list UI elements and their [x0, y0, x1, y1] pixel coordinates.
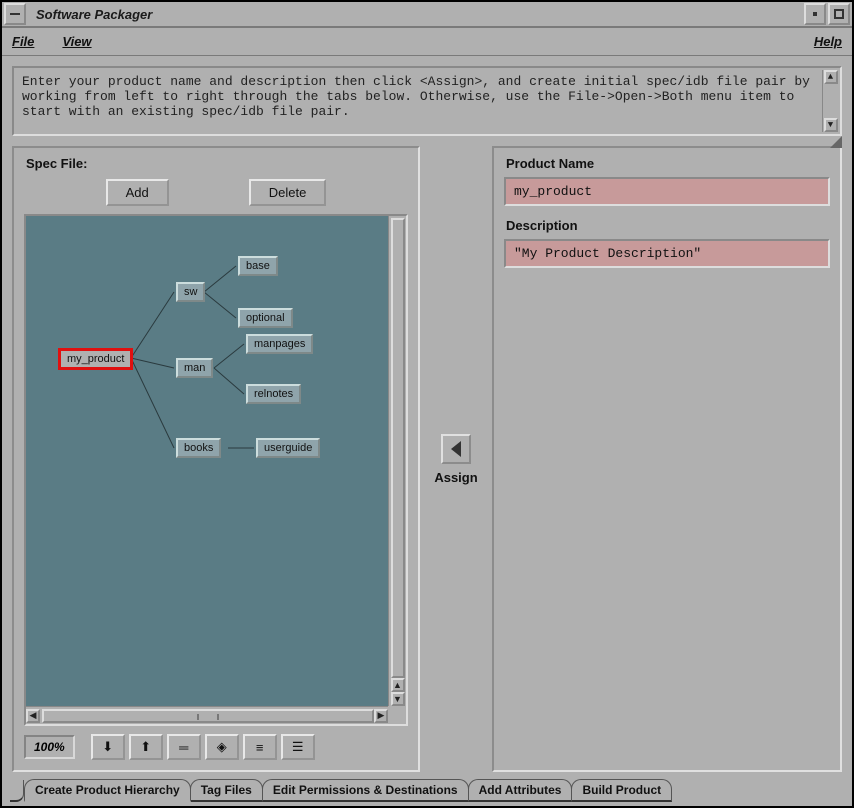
maximize-button[interactable] [828, 3, 850, 25]
scroll-right-icon[interactable]: ▶ [374, 709, 388, 723]
spec-file-label: Spec File: [26, 156, 408, 171]
scroll-up-icon[interactable]: ▲ [824, 70, 838, 84]
tree-viewport: my_product sw base optional man manpages… [24, 214, 408, 726]
description-field[interactable]: "My Product Description" [504, 239, 830, 268]
scroll-up-icon[interactable]: ▲ [391, 678, 405, 692]
add-button[interactable]: Add [106, 179, 169, 206]
scroll-down-icon[interactable]: ▼ [391, 692, 405, 706]
assign-button[interactable] [441, 434, 471, 464]
tree-node-base[interactable]: base [238, 256, 278, 276]
tab-add-attributes[interactable]: Add Attributes [468, 779, 573, 802]
menu-help[interactable]: Help [814, 34, 842, 49]
tree-toolbar: 100% ⬇ ⬆ ═ ◈ ≡ ☰ [24, 734, 408, 760]
scrollbar-thumb[interactable] [391, 218, 405, 678]
menubar: File View Help [2, 28, 852, 56]
product-name-field[interactable]: my_product [504, 177, 830, 206]
tree-connectors [26, 216, 388, 706]
assign-column: Assign [428, 146, 484, 772]
tree-node-man[interactable]: man [176, 358, 213, 378]
tab-create-hierarchy[interactable]: Create Product Hierarchy [24, 779, 191, 802]
scrollbar-thumb[interactable] [42, 709, 374, 723]
titlebar[interactable]: Software Packager [2, 2, 852, 28]
tab-leader [10, 780, 24, 802]
tab-tag-files[interactable]: Tag Files [190, 779, 263, 802]
minimize-button[interactable] [804, 3, 826, 25]
menu-view[interactable]: View [62, 34, 91, 49]
arrow-left-icon [451, 441, 461, 457]
tree-node-relnotes[interactable]: relnotes [246, 384, 301, 404]
tree-scrollbar-vertical[interactable]: ▲ ▼ [388, 216, 406, 706]
app-window: Software Packager File View Help Enter y… [0, 0, 854, 808]
tab-edit-permissions[interactable]: Edit Permissions & Destinations [262, 779, 469, 802]
window-menu-button[interactable] [4, 3, 26, 25]
layout-node-icon[interactable]: ◈ [205, 734, 239, 760]
delete-button[interactable]: Delete [249, 179, 327, 206]
instruction-text: Enter your product name and description … [22, 74, 810, 119]
tree-scrollbar-horizontal[interactable]: ◀ ▶ [26, 706, 388, 724]
expand-up-icon[interactable]: ⬆ [129, 734, 163, 760]
scroll-down-icon[interactable]: ▼ [824, 118, 838, 132]
window-title: Software Packager [30, 7, 802, 22]
tree-node-books[interactable]: books [176, 438, 221, 458]
product-panel: Product Name my_product Description "My … [492, 146, 842, 772]
tree-canvas[interactable]: my_product sw base optional man manpages… [26, 216, 388, 706]
tree-node-userguide[interactable]: userguide [256, 438, 320, 458]
menu-file[interactable]: File [12, 34, 34, 49]
tab-bar: Create Product Hierarchy Tag Files Edit … [2, 778, 852, 806]
tab-build-product[interactable]: Build Product [571, 779, 672, 802]
instruction-scrollbar[interactable]: ▲ ▼ [822, 70, 838, 132]
description-label: Description [506, 218, 830, 233]
layout-detail-icon[interactable]: ☰ [281, 734, 315, 760]
tree-node-sw[interactable]: sw [176, 282, 205, 302]
assign-label: Assign [434, 470, 477, 485]
main-content: Spec File: Add Delete [2, 146, 852, 778]
tree-node-optional[interactable]: optional [238, 308, 293, 328]
collapse-down-icon[interactable]: ⬇ [91, 734, 125, 760]
tree-node-manpages[interactable]: manpages [246, 334, 313, 354]
layout-tree-icon[interactable]: ≡ [243, 734, 277, 760]
layout-horizontal-icon[interactable]: ═ [167, 734, 201, 760]
resize-handle-icon[interactable] [828, 134, 842, 148]
scroll-left-icon[interactable]: ◀ [26, 709, 40, 723]
instruction-panel: Enter your product name and description … [12, 66, 842, 136]
spec-file-panel: Spec File: Add Delete [12, 146, 420, 772]
scrollbar-corner [388, 706, 406, 724]
zoom-level[interactable]: 100% [24, 735, 75, 759]
product-name-label: Product Name [506, 156, 830, 171]
tree-node-root[interactable]: my_product [58, 348, 133, 370]
